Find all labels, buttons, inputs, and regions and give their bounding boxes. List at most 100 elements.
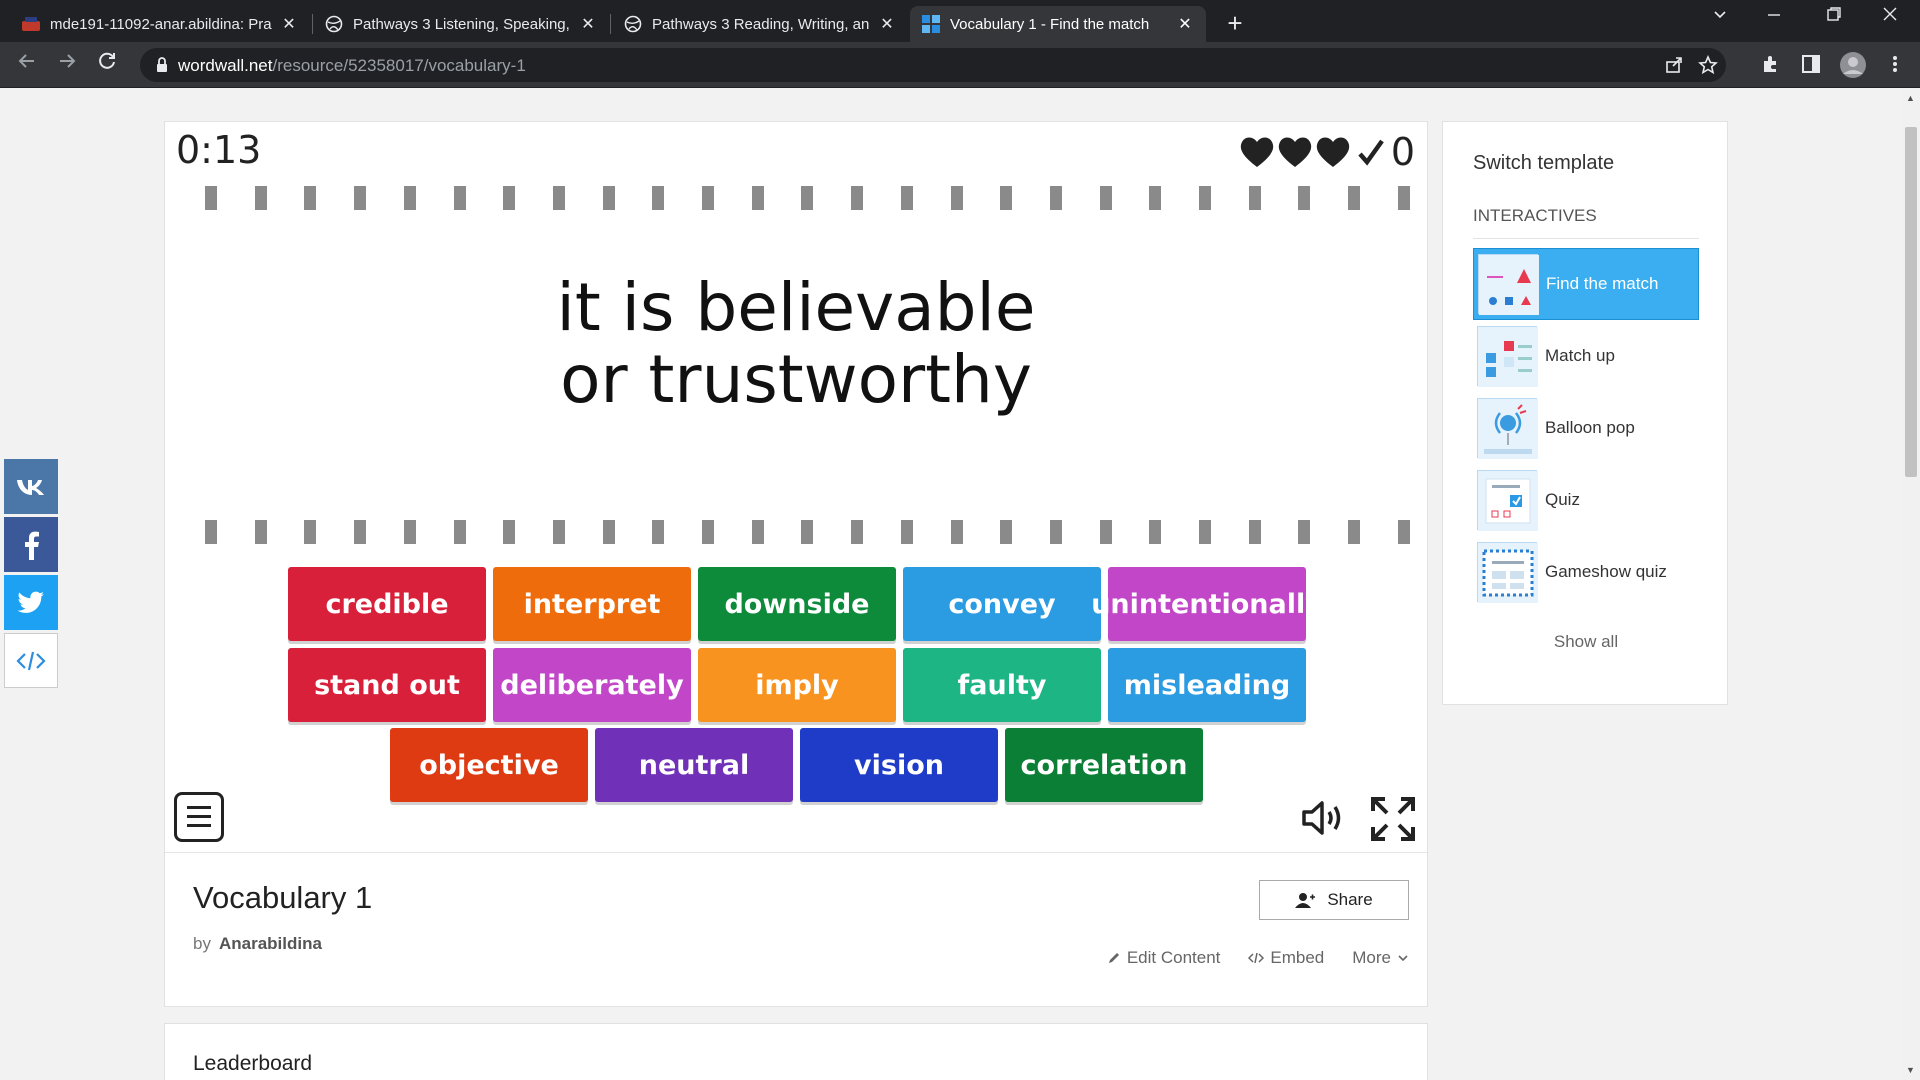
twitter-share-button[interactable]	[4, 575, 58, 630]
answer-tile-faulty[interactable]: faulty	[903, 648, 1101, 722]
prompt-text: it is believable or trustworthy	[165, 272, 1427, 416]
scroll-thumb[interactable]	[1905, 127, 1917, 477]
moodle-favicon-icon	[22, 15, 40, 33]
dash-segment	[205, 520, 217, 544]
dashed-divider-top	[165, 186, 1460, 210]
code-icon	[16, 651, 46, 670]
menu-line	[187, 806, 211, 809]
answer-tile-misleading[interactable]: misleading	[1108, 648, 1306, 722]
embed-share-button[interactable]	[4, 633, 58, 688]
dashed-divider-bottom	[165, 520, 1460, 544]
new-tab-button[interactable]: +	[1220, 8, 1250, 39]
profile-avatar[interactable]	[1838, 50, 1868, 80]
dash-segment	[1397, 520, 1410, 544]
template-label: Balloon pop	[1545, 418, 1635, 437]
side-panel-icon[interactable]	[1800, 53, 1824, 77]
answer-tile-objective[interactable]: objective	[390, 728, 588, 802]
dash-segment	[1199, 520, 1211, 544]
restore-icon[interactable]	[1814, 6, 1854, 27]
dash-segment	[304, 520, 317, 544]
tab-pathways-reading[interactable]: Pathways 3 Reading, Writing, and ✕	[612, 6, 908, 42]
more-label: More	[1352, 948, 1391, 967]
answer-tile-vision[interactable]: vision	[800, 728, 998, 802]
scroll-down-icon[interactable]: ▼	[1906, 1065, 1915, 1075]
template-balloon-pop[interactable]: Balloon pop	[1473, 392, 1699, 464]
fullscreen-icon[interactable]	[1370, 796, 1416, 842]
address-bar[interactable]: wordwall.net/resource/52358017/vocabular…	[140, 48, 1726, 82]
template-match-up[interactable]: Match up	[1473, 320, 1699, 392]
quiz-thumbnail-icon	[1477, 470, 1538, 531]
dash-segment	[254, 520, 267, 544]
dash-segment	[652, 520, 665, 544]
find-the-match-thumbnail-icon	[1478, 254, 1539, 315]
extensions-icon[interactable]	[1760, 53, 1784, 77]
answer-tile-credible[interactable]: credible	[288, 567, 486, 641]
facebook-icon	[25, 531, 39, 560]
dash-segment	[1099, 186, 1112, 210]
dash-segment	[851, 186, 864, 210]
answer-tile-correlation[interactable]: correlation	[1005, 728, 1203, 802]
sound-icon[interactable]	[1300, 798, 1348, 838]
tab-pathways-listening[interactable]: Pathways 3 Listening, Speaking, a ✕	[313, 6, 609, 42]
embed-button[interactable]: Embed	[1248, 948, 1324, 968]
answer-tile-unintentionally[interactable]: unintentionally	[1091, 567, 1323, 641]
author-byline: by Anarabildina	[193, 934, 322, 954]
answer-tile-imply[interactable]: imply	[698, 648, 896, 722]
dash-segment	[1149, 186, 1162, 210]
dash-segment	[702, 186, 714, 210]
vk-share-button[interactable]	[4, 459, 58, 514]
dash-segment	[1248, 520, 1261, 544]
tab-close-icon[interactable]: ✕	[1176, 14, 1194, 34]
answer-tile-stand-out[interactable]: stand out	[288, 648, 486, 722]
dash-segment	[801, 186, 814, 210]
reload-icon[interactable]	[92, 50, 122, 80]
tab-close-icon[interactable]: ✕	[579, 14, 597, 34]
template-label: Gameshow quiz	[1545, 562, 1667, 581]
tab-vocabulary[interactable]: Vocabulary 1 - Find the match ✕	[910, 6, 1206, 42]
dash-segment	[354, 520, 367, 544]
answer-tile-interpret[interactable]: interpret	[493, 567, 691, 641]
tab-separator	[610, 14, 611, 34]
template-quiz[interactable]: Quiz	[1473, 464, 1699, 536]
answer-tile-deliberately[interactable]: deliberately	[493, 648, 691, 722]
more-dropdown[interactable]: More	[1352, 948, 1409, 968]
timer: 0:13	[176, 128, 262, 172]
forward-icon[interactable]	[52, 50, 82, 80]
template-gameshow-quiz[interactable]: Gameshow quiz	[1473, 536, 1699, 608]
browser-menu-icon[interactable]	[1884, 53, 1908, 77]
answer-tile-convey[interactable]: convey	[903, 567, 1101, 641]
tab-moodle[interactable]: mde191-11092-anar.abildina: Pra ✕	[10, 6, 310, 42]
switch-template-panel: Switch template INTERACTIVES Find the ma…	[1442, 121, 1728, 705]
tab-close-icon[interactable]: ✕	[280, 14, 298, 34]
show-all-link[interactable]: Show all	[1473, 632, 1699, 652]
template-find-the-match[interactable]: Find the match	[1473, 248, 1699, 320]
url-host: wordwall.net	[178, 56, 273, 75]
dash-segment	[453, 520, 466, 544]
tab-close-icon[interactable]: ✕	[878, 14, 896, 34]
prompt-line: it is believable	[556, 269, 1036, 346]
back-icon[interactable]	[12, 50, 42, 80]
tab-title: Pathways 3 Reading, Writing, and	[652, 15, 870, 33]
edit-content-button[interactable]: Edit Content	[1107, 948, 1220, 968]
close-window-icon[interactable]	[1870, 6, 1910, 27]
author-link[interactable]: Anarabildina	[219, 934, 322, 953]
page-scrollbar[interactable]: ▲ ▼	[1902, 89, 1920, 1080]
game-menu-button[interactable]	[174, 792, 224, 842]
dash-segment	[652, 186, 665, 210]
share-page-icon[interactable]	[1664, 55, 1684, 75]
facebook-share-button[interactable]	[4, 517, 58, 572]
lock-icon	[156, 57, 168, 78]
share-button[interactable]: Share	[1259, 880, 1409, 920]
pencil-icon	[1108, 953, 1119, 963]
dash-segment	[950, 520, 963, 544]
dash-segment	[851, 520, 864, 544]
heart-icon	[1316, 137, 1349, 167]
tab-search-icon[interactable]	[1700, 6, 1740, 27]
scroll-up-icon[interactable]: ▲	[1906, 93, 1915, 103]
answer-tile-neutral[interactable]: neutral	[595, 728, 793, 802]
url-text: wordwall.net/resource/52358017/vocabular…	[178, 56, 526, 76]
minimize-icon[interactable]	[1754, 6, 1794, 27]
answer-tile-downside[interactable]: downside	[698, 567, 896, 641]
bookmark-star-icon[interactable]	[1698, 54, 1718, 75]
dash-segment	[1099, 520, 1112, 544]
